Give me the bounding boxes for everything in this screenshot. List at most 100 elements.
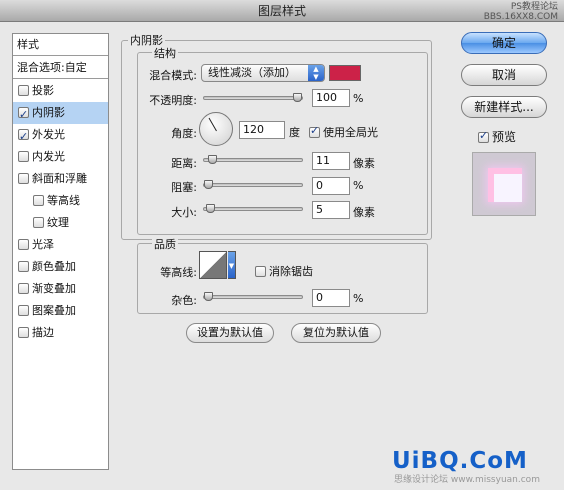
checkbox-unchecked-icon[interactable] [18, 85, 29, 96]
noise-input[interactable]: 0 [312, 289, 350, 307]
preview-checkbox[interactable]: 预览 [478, 128, 516, 145]
checkbox-checked-icon [309, 124, 320, 138]
checkbox-checked-icon [478, 129, 489, 143]
checkbox-unchecked-icon[interactable] [18, 327, 29, 338]
choke-input[interactable]: 0 [312, 177, 350, 195]
blend-options-item[interactable]: 混合选项:自定 [13, 57, 108, 79]
style-list-item-label: 光泽 [32, 238, 54, 251]
style-list-item-label: 等高线 [47, 194, 80, 207]
structure-title: 结构 [152, 45, 178, 61]
style-list-item[interactable]: 渐变叠加 [13, 278, 108, 300]
angle-label: 角度: [171, 127, 197, 140]
watermark-top-line2: BBS.16XX8.COM [483, 12, 558, 22]
style-list-item-label: 内阴影 [32, 106, 65, 119]
use-global-light-checkbox[interactable]: 使用全局光 [309, 124, 378, 140]
window-title: 图层样式 [0, 0, 564, 22]
choke-unit: % [353, 179, 364, 192]
style-list-header[interactable]: 样式 [13, 34, 108, 56]
shadow-color-swatch[interactable] [329, 65, 361, 81]
size-slider[interactable] [203, 204, 303, 213]
checkbox-unchecked-icon[interactable] [33, 217, 44, 228]
checkbox-unchecked-icon[interactable] [18, 261, 29, 272]
blend-mode-value: 线性减淡（添加） [208, 66, 296, 79]
use-global-light-label: 使用全局光 [323, 126, 378, 139]
checkbox-unchecked-icon[interactable] [33, 195, 44, 206]
style-list: 样式 混合选项:自定 投影内阴影外发光内发光斜面和浮雕等高线纹理光泽颜色叠加渐变… [12, 33, 109, 470]
style-list-item-label: 颜色叠加 [32, 260, 76, 273]
anti-aliased-checkbox[interactable]: 消除锯齿 [255, 263, 313, 279]
contour-dropdown-arrow-icon[interactable]: ▼ [228, 251, 236, 279]
style-list-item[interactable]: 纹理 [13, 212, 108, 234]
set-default-button[interactable]: 设置为默认值 [186, 323, 274, 343]
checkbox-unchecked-icon[interactable] [18, 239, 29, 250]
style-list-item[interactable]: 投影 [13, 80, 108, 102]
size-slider-thumb[interactable] [205, 204, 215, 213]
noise-unit: % [353, 292, 364, 305]
style-list-item[interactable]: 等高线 [13, 190, 108, 212]
distance-label: 距离: [171, 157, 197, 170]
choke-label: 阻塞: [171, 181, 197, 194]
angle-dial[interactable] [199, 112, 233, 146]
opacity-label: 不透明度: [149, 94, 197, 107]
checkbox-unchecked-icon[interactable] [18, 173, 29, 184]
preview-inner-shadow [488, 168, 522, 202]
style-list-item-label: 图案叠加 [32, 304, 76, 317]
ok-button[interactable]: 确定 [461, 32, 547, 54]
blend-mode-label: 混合模式: [149, 69, 197, 82]
style-list-item[interactable]: 颜色叠加 [13, 256, 108, 278]
style-list-item[interactable]: 外发光 [13, 124, 108, 148]
opacity-slider-thumb[interactable] [293, 93, 302, 102]
noise-slider-thumb[interactable] [204, 292, 213, 301]
new-style-button[interactable]: 新建样式... [461, 96, 547, 118]
choke-slider[interactable] [203, 180, 303, 189]
layer-style-dialog: 样式 混合选项:自定 投影内阴影外发光内发光斜面和浮雕等高线纹理光泽颜色叠加渐变… [0, 22, 564, 490]
checkbox-unchecked-icon[interactable] [18, 305, 29, 316]
anti-aliased-label: 消除锯齿 [269, 265, 313, 278]
size-input[interactable]: 5 [312, 201, 350, 219]
style-list-item[interactable]: 描边 [13, 322, 108, 344]
distance-slider[interactable] [203, 155, 303, 164]
watermark-top: PS教程论坛 BBS.16XX8.COM [484, 2, 558, 22]
style-list-item-label: 描边 [32, 326, 54, 339]
style-list-item-label: 投影 [32, 84, 54, 97]
select-arrows-icon: ▲ ▼ [308, 65, 324, 81]
opacity-unit: % [353, 92, 364, 105]
distance-unit: 像素 [353, 157, 375, 170]
checkbox-checked-icon[interactable] [18, 126, 29, 148]
style-list-item-label: 外发光 [32, 128, 65, 141]
style-list-item[interactable]: 光泽 [13, 234, 108, 256]
style-list-item-label: 斜面和浮雕 [32, 172, 87, 185]
watermark-top-line1: PS教程论坛 [510, 2, 558, 12]
cancel-button[interactable]: 取消 [461, 64, 547, 86]
checkbox-unchecked-icon[interactable] [18, 283, 29, 294]
noise-label: 杂色: [171, 294, 197, 307]
checkbox-unchecked-icon [255, 266, 266, 277]
angle-input[interactable]: 120 [239, 121, 285, 139]
watermark-sub: 思缘设计论坛 www.missyuan.com [394, 475, 540, 485]
style-list-item-label: 内发光 [32, 150, 65, 163]
style-list-item[interactable]: 内阴影 [13, 102, 108, 126]
opacity-input[interactable]: 100 [312, 89, 350, 107]
angle-unit: 度 [289, 126, 300, 139]
choke-slider-thumb[interactable] [204, 180, 213, 189]
style-list-item[interactable]: 内发光 [13, 146, 108, 168]
style-list-item[interactable]: 斜面和浮雕 [13, 168, 108, 190]
size-label: 大小: [171, 206, 197, 219]
checkbox-checked-icon[interactable] [18, 104, 29, 126]
blend-mode-select[interactable]: 线性减淡（添加） ▲ ▼ [201, 64, 325, 82]
contour-label: 等高线: [160, 266, 197, 279]
reset-default-button[interactable]: 复位为默认值 [291, 323, 381, 343]
checkbox-unchecked-icon[interactable] [18, 151, 29, 162]
size-unit: 像素 [353, 206, 375, 219]
noise-slider[interactable] [203, 292, 303, 301]
opacity-slider[interactable] [203, 93, 303, 102]
distance-input[interactable]: 11 [312, 152, 350, 170]
style-preview-thumbnail [472, 152, 536, 216]
quality-title: 品质 [152, 236, 178, 252]
style-list-item-label: 渐变叠加 [32, 282, 76, 295]
preview-label: 预览 [492, 130, 517, 144]
contour-picker[interactable] [199, 251, 227, 279]
angle-dial-needle [208, 117, 217, 132]
style-list-item[interactable]: 图案叠加 [13, 300, 108, 322]
watermark-brand: UiBQ.CoM [392, 448, 528, 474]
